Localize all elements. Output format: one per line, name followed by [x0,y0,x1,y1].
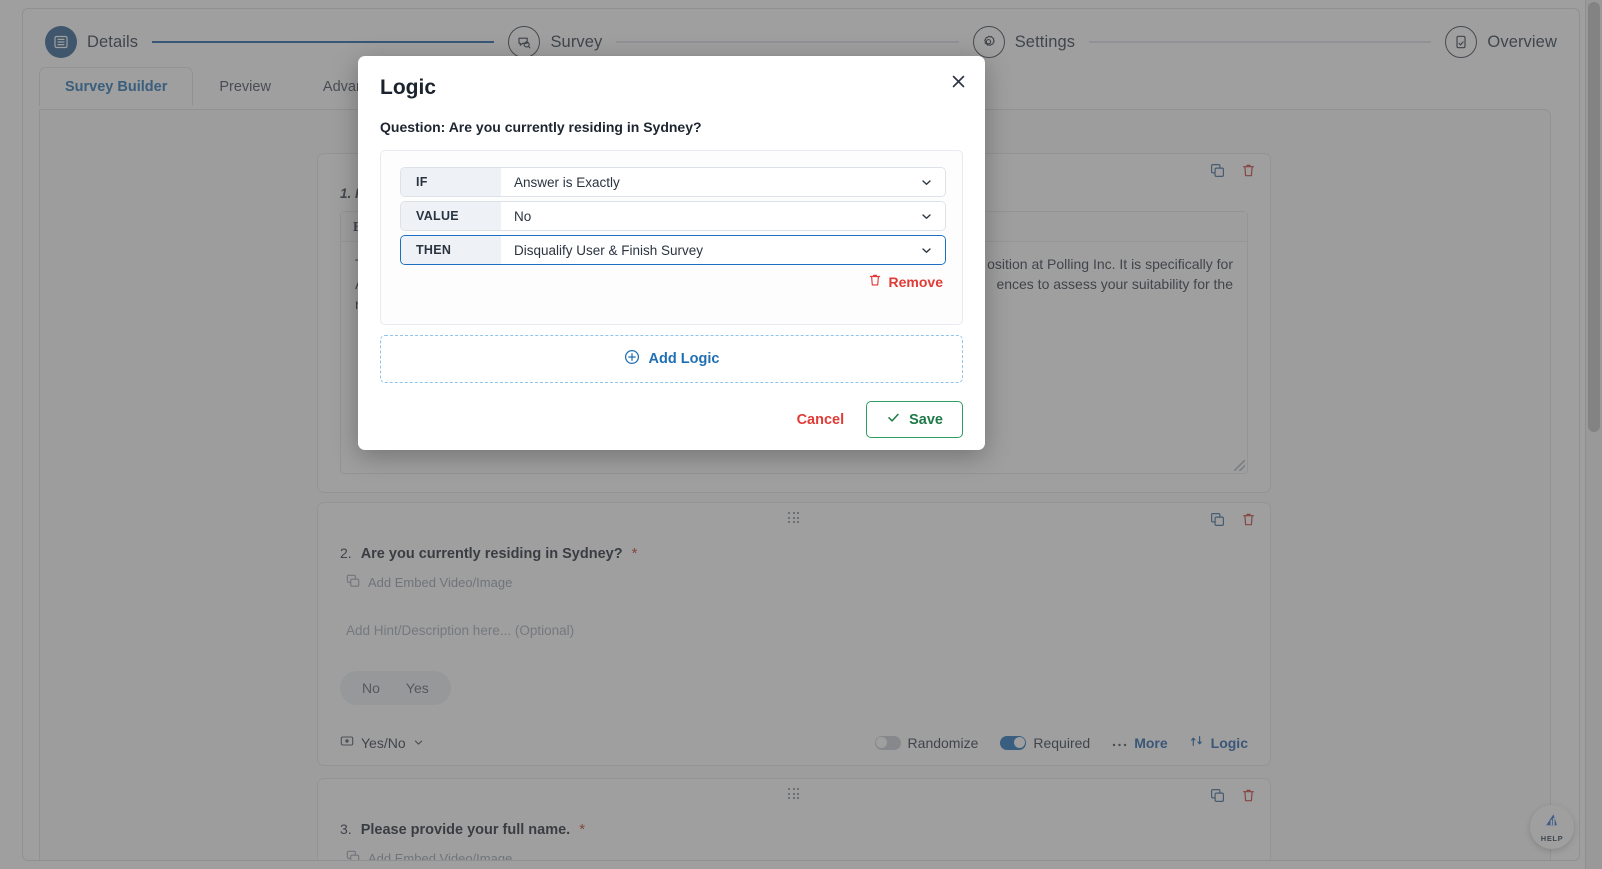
save-label: Save [909,411,943,428]
chevron-down-icon [920,210,932,222]
logic-row-value-key: VALUE [401,202,501,230]
logic-row-if-select[interactable]: Answer is Exactly [501,168,945,196]
modal-actions: Cancel Save [797,401,963,438]
logic-modal: Logic Question: Are you currently residi… [358,56,985,450]
add-logic-button[interactable]: Add Logic [380,335,963,383]
logic-row-then-key: THEN [401,236,501,264]
remove-logic-button[interactable]: Remove [868,273,943,290]
logic-row-value[interactable]: VALUE No [400,201,946,231]
logic-row-if[interactable]: IF Answer is Exactly [400,167,946,197]
cancel-button[interactable]: Cancel [797,412,845,428]
logic-row-then-select[interactable]: Disqualify User & Finish Survey [501,236,945,264]
logic-row-then-value: Disqualify User & Finish Survey [514,242,704,258]
remove-label: Remove [888,273,943,290]
modal-title: Logic [380,76,436,99]
logic-row-then[interactable]: THEN Disqualify User & Finish Survey [400,235,946,265]
add-logic-label: Add Logic [648,351,720,367]
logic-row-value-select[interactable]: No [501,202,945,230]
close-icon[interactable] [947,70,969,92]
modal-question-line: Question: Are you currently residing in … [380,119,702,135]
logic-row-value-value: No [514,208,532,224]
screen: Details Survey [0,0,1602,869]
trash-icon [868,273,882,290]
check-icon [886,410,901,429]
chevron-down-icon [920,176,932,188]
chevron-down-icon [920,244,932,256]
logic-row-if-key: IF [401,168,501,196]
plus-circle-icon [624,349,640,369]
logic-row-if-value: Answer is Exactly [514,174,620,190]
save-button[interactable]: Save [866,401,963,438]
logic-rule-group: IF Answer is Exactly VALUE No THEN Disqu… [380,150,963,325]
